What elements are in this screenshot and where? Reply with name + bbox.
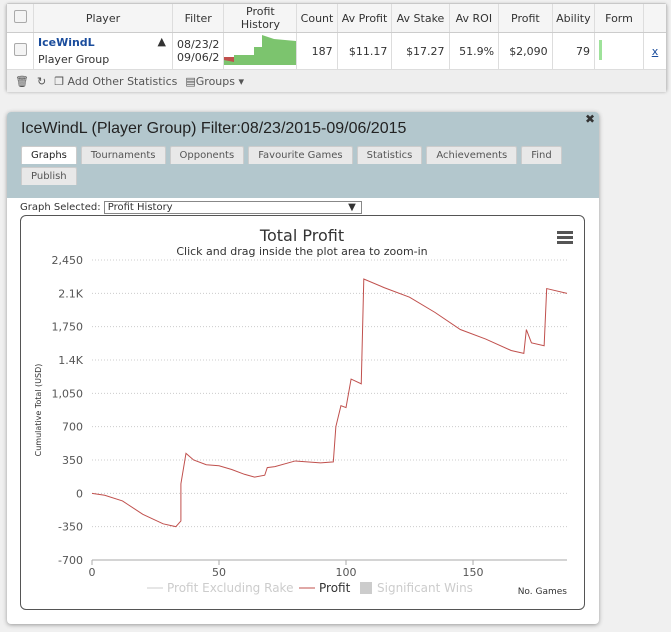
- add-stats-label: Add Other Statistics: [67, 74, 178, 88]
- profit-sparkline: [223, 32, 298, 69]
- y-tick-label: 2.1K: [58, 287, 83, 300]
- filter-end: 09/06/2: [177, 51, 220, 64]
- x-tick-label: 100: [336, 566, 357, 579]
- tab-graphs[interactable]: Graphs: [21, 146, 77, 164]
- close-icon[interactable]: ✖: [585, 112, 595, 126]
- player-group: Player Group: [38, 53, 110, 66]
- av-roi: 51.9%: [449, 32, 500, 69]
- tab-publish[interactable]: Publish: [21, 167, 77, 185]
- groups-label: Groups: [195, 74, 235, 88]
- y-tick-label: 350: [62, 454, 83, 467]
- tab-opponents[interactable]: Opponents: [169, 146, 245, 164]
- profit-chart[interactable]: Total Profit Click and drag inside the pl…: [20, 215, 585, 610]
- col-count[interactable]: Count: [296, 4, 338, 33]
- filter-start: 08/23/2: [177, 38, 220, 51]
- y-axis-label: Cumulative Total (USD): [34, 364, 43, 457]
- y-tick-label: 2,450: [52, 254, 84, 267]
- graph-selected-label: Graph Selected:: [20, 202, 101, 213]
- shark-icon: ▲: [157, 35, 166, 48]
- select-all-checkbox[interactable]: [7, 4, 34, 33]
- x-tick-label: 50: [212, 566, 226, 579]
- graph-select[interactable]: Profit History ▼: [103, 201, 362, 214]
- legend-profit: Profit: [319, 581, 351, 595]
- col-filter[interactable]: Filter: [172, 4, 225, 33]
- remove-link[interactable]: x: [652, 45, 659, 58]
- tab-favourite-games[interactable]: Favourite Games: [248, 146, 353, 164]
- y-tick-label: 1,050: [52, 387, 84, 400]
- legend-profit-excluding-rake: Profit Excluding Rake: [167, 581, 293, 595]
- table-row: IceWindL Player Group ▲ 08/23/2 09/06/2 187…: [7, 32, 666, 69]
- x-axis-label: No. Games: [518, 587, 568, 597]
- menu-icon[interactable]: [557, 231, 573, 244]
- profit: $2,090: [498, 32, 553, 69]
- graph-select-value: Profit History: [107, 202, 173, 213]
- col-form[interactable]: Form: [594, 4, 644, 33]
- player-panel: IceWindL (Player Group) Filter:08/23/201…: [7, 112, 599, 624]
- y-tick-label: 0: [76, 487, 83, 500]
- groups-dropdown[interactable]: ▤Groups ▾: [185, 75, 244, 88]
- legend-significant-wins: Significant Wins: [377, 581, 473, 595]
- tab-tournaments[interactable]: Tournaments: [80, 146, 166, 164]
- tab-find[interactable]: Find: [521, 146, 562, 164]
- col-player[interactable]: Player: [33, 4, 173, 33]
- profit-line: [91, 278, 568, 528]
- player-table: Player Filter Profit History Count Av Pr…: [6, 3, 667, 92]
- chart-subtitle: Click and drag inside the plot area to z…: [176, 245, 427, 258]
- col-ability[interactable]: Ability: [552, 4, 596, 33]
- legend-symbol-significant-wins: [360, 582, 372, 594]
- y-tick-label: 1,750: [52, 321, 84, 334]
- chart-title: Total Profit: [259, 226, 344, 245]
- trash-icon[interactable]: 🗑: [15, 75, 29, 88]
- y-tick-label: 700: [62, 421, 83, 434]
- x-tick-label: 0: [89, 566, 96, 579]
- panel-title: IceWindL (Player Group) Filter:08/23/201…: [21, 120, 407, 137]
- col-profit[interactable]: Profit: [498, 4, 553, 33]
- col-profit-history[interactable]: Profit History: [223, 4, 298, 33]
- y-tick-label: -350: [58, 521, 83, 534]
- refresh-icon[interactable]: ↻: [37, 75, 46, 88]
- col-av-roi[interactable]: Av ROI: [449, 4, 500, 33]
- add-other-statistics-button[interactable]: ❐ Add Other Statistics: [54, 75, 177, 88]
- player-link[interactable]: IceWindL: [38, 36, 168, 49]
- dropdown-arrow-icon: ▼: [348, 202, 356, 213]
- tab-achievements[interactable]: Achievements: [426, 146, 518, 164]
- tab-statistics[interactable]: Statistics: [356, 146, 423, 164]
- col-av-profit[interactable]: Av Profit: [337, 4, 393, 33]
- col-av-stake[interactable]: Av Stake: [391, 4, 450, 33]
- count: 187: [296, 32, 338, 69]
- ability: 79: [552, 32, 596, 69]
- av-profit: $11.17: [337, 32, 393, 69]
- y-tick-label: 1.4K: [58, 354, 83, 367]
- y-tick-label: -700: [58, 554, 83, 567]
- av-stake: $17.27: [391, 32, 450, 69]
- x-tick-label: 150: [463, 566, 484, 579]
- row-checkbox[interactable]: [7, 32, 34, 69]
- form-bar: [594, 32, 644, 69]
